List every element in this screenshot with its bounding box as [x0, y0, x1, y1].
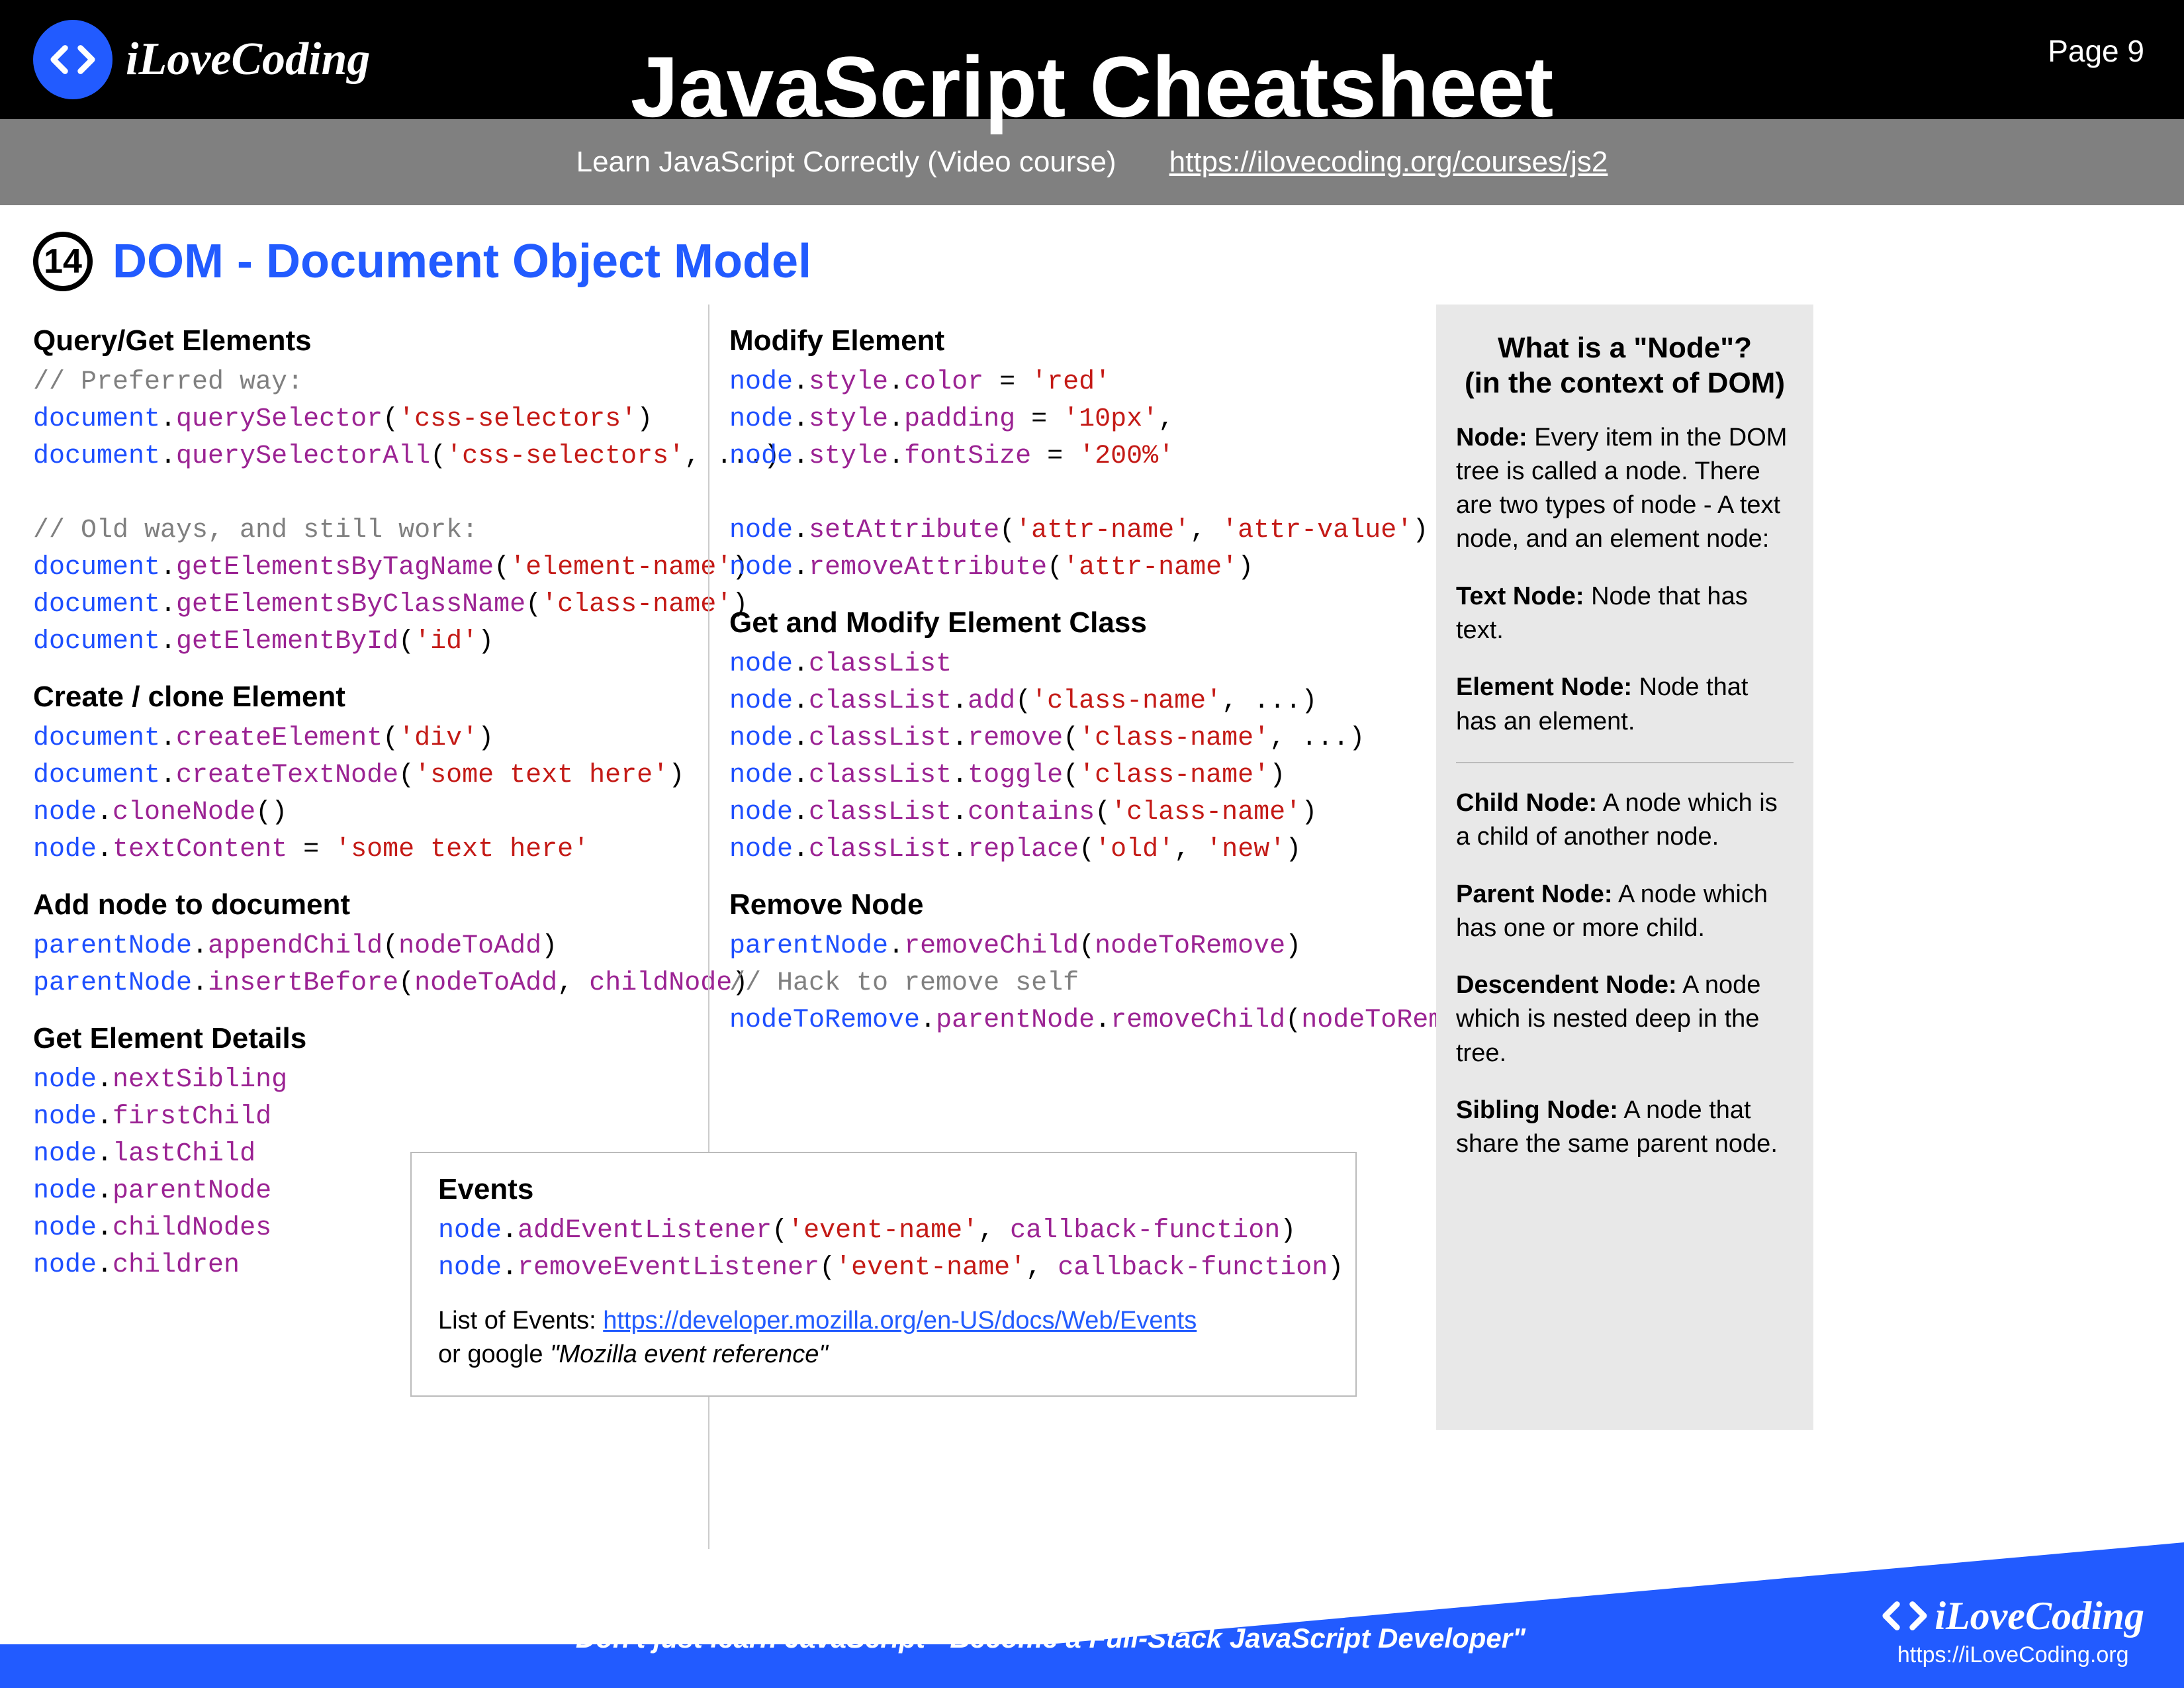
footer-logo: iLoveCoding https://iLoveCoding.org [1882, 1593, 2144, 1668]
heading-create: Create / clone Element [33, 680, 688, 714]
heading-remove: Remove Node [729, 888, 1410, 921]
footer-logo-icon [1882, 1593, 1928, 1639]
events-mdn-link[interactable]: https://developer.mozilla.org/en-US/docs… [603, 1307, 1197, 1335]
footer-url[interactable]: https://iLoveCoding.org [1897, 1642, 2129, 1668]
def-sibling-node: Sibling Node: A node that share the same… [1456, 1094, 1794, 1162]
content-area: Query/Get Elements // Preferred way: doc… [0, 305, 2184, 1549]
code-add: parentNode.appendChild(nodeToAdd) parent… [33, 928, 688, 1002]
sidebar-node-info: What is a "Node"?(in the context of DOM)… [1436, 305, 1813, 1430]
section-header: 14 DOM - Document Object Model [33, 232, 2184, 291]
divider [1456, 762, 1794, 763]
heading-events: Events [438, 1173, 1329, 1206]
def-parent-node: Parent Node: A node which has one or mor… [1456, 878, 1794, 946]
arrow-icon [1231, 1516, 1482, 1589]
heading-add: Add node to document [33, 888, 688, 921]
footer-tagline: "Don't just learn JavaScript - Become a … [563, 1622, 1525, 1654]
logo-icon [33, 20, 113, 99]
footer-brand: iLoveCoding [1934, 1593, 2144, 1639]
code-remove: parentNode.removeChild(nodeToRemove) // … [729, 928, 1410, 1039]
heading-details: Get Element Details [33, 1022, 688, 1055]
def-node: Node: Every item in the DOM tree is call… [1456, 421, 1794, 557]
events-google-line: or google "Mozilla event reference" [438, 1340, 1329, 1369]
def-child-node: Child Node: A node which is a child of a… [1456, 786, 1794, 855]
code-class: node.classList node.classList.add('class… [729, 646, 1410, 868]
code-modify: node.style.color = 'red' node.style.padd… [729, 364, 1410, 586]
header-bar: iLoveCoding JavaScript Cheatsheet Page 9 [0, 0, 2184, 119]
code-create: document.createElement('div') document.c… [33, 720, 688, 868]
page-title: JavaScript Cheatsheet [631, 37, 1554, 136]
course-link[interactable]: https://ilovecoding.org/courses/js2 [1169, 146, 1608, 179]
footer-content: "Don't just learn JavaScript - Become a … [0, 1589, 2184, 1688]
def-text-node: Text Node: Node that has text. [1456, 580, 1794, 648]
section-title: DOM - Document Object Model [113, 234, 811, 289]
events-box: Events node.addEventListener('event-name… [410, 1152, 1357, 1397]
page-number: Page 9 [2048, 33, 2144, 69]
course-name: Learn JavaScript Correctly (Video course… [576, 146, 1116, 179]
events-list-line: List of Events: https://developer.mozill… [438, 1307, 1329, 1335]
code-query: // Preferred way: document.querySelector… [33, 364, 688, 661]
def-descendent-node: Descendent Node: A node which is nested … [1456, 968, 1794, 1070]
def-element-node: Element Node: Node that has an element. [1456, 671, 1794, 739]
heading-class: Get and Modify Element Class [729, 606, 1410, 639]
section-number: 14 [33, 232, 93, 291]
code-events: node.addEventListener('event-name', call… [438, 1213, 1329, 1287]
brand-logo: iLoveCoding [33, 20, 370, 99]
heading-modify: Modify Element [729, 324, 1410, 357]
heading-query: Query/Get Elements [33, 324, 688, 357]
sidebar-title: What is a "Node"?(in the context of DOM) [1456, 331, 1794, 401]
brand-name: iLoveCoding [126, 33, 370, 86]
